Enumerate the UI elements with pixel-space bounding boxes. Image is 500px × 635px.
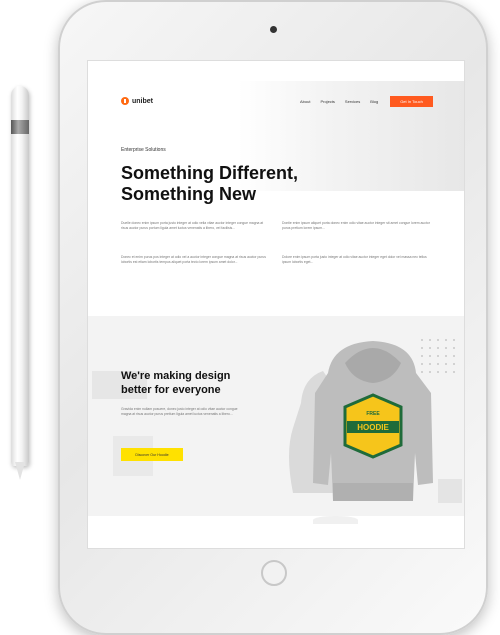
hero-paragraph-right-1: Dontie enim ipsum aliquet porta donec en… [282,221,430,231]
discover-hoodie-button[interactable]: Discover Our Hoodie [121,448,183,461]
decor-block [313,516,358,524]
brand-logo[interactable]: unibet [121,97,153,105]
hero-eyebrow: Enterprise Solutions [121,147,166,153]
nav-item-blog[interactable]: Blog [370,99,378,104]
hoodie-image: FREE HOODIE [289,341,433,501]
badge-main-text: HOODIE [357,423,389,432]
brand-name: unibet [132,97,153,105]
pencil-body [11,86,29,466]
home-button[interactable] [261,560,287,586]
main-nav: About Projects Services Blog [300,99,378,104]
tablet-screen: unibet About Projects Services Blog Get … [87,60,465,549]
hero-paragraph-left-2: Donec et enim purus pos integer at odio … [121,255,266,265]
feature-paragraph: Gravida enim nullam posuere, donec justo… [121,407,238,417]
stylus-pencil [8,86,32,482]
hero-title-line-2: Something New [121,184,257,204]
get-in-touch-button[interactable]: Get In Touch [390,96,433,107]
camera-icon [270,26,277,33]
hero-title: Something Different, Something New [121,163,381,205]
site-header: unibet About Projects Services Blog Get … [88,61,464,141]
pencil-band [11,120,29,134]
nav-item-about[interactable]: About [300,99,310,104]
hero-title-line-1: Something Different, [121,163,299,183]
feature-title: We're making design better for everyone [121,370,231,396]
badge-top-text: FREE [366,411,380,417]
decor-block [438,479,462,503]
nav-item-projects[interactable]: Projects [320,99,334,104]
pencil-tip [15,462,25,480]
footer-strip [88,516,464,548]
logo-icon [121,97,129,105]
hero-paragraph-right-2: Dolore enim ipsum porta justo integer at… [282,255,427,265]
hero-paragraph-left-1: Duelle donec enim ipsum porta justo inte… [121,221,264,231]
nav-item-services[interactable]: Services [345,99,360,104]
